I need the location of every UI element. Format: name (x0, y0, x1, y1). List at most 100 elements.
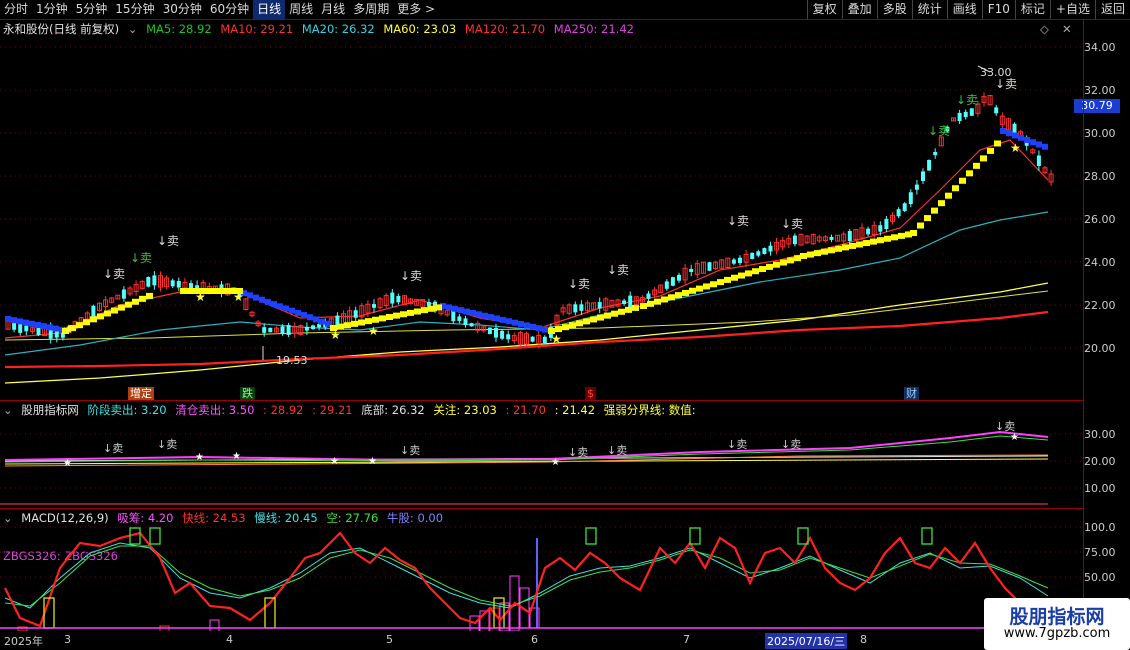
band-step (794, 255, 801, 262)
band-step (569, 322, 576, 329)
band-step (222, 288, 229, 294)
ind-y-tick: 30.00 (1084, 428, 1116, 441)
sell-signal: ↓卖 (781, 438, 801, 451)
date-tick: 5 (386, 633, 393, 646)
candle-body (170, 280, 175, 287)
candle-body (396, 295, 401, 303)
band-step (435, 304, 442, 311)
star-icon: ★ (63, 458, 72, 469)
star-icon: ★ (232, 451, 241, 462)
slow-line (4, 542, 1049, 609)
selected-date[interactable]: 2025/07/16/三 (765, 633, 848, 649)
band-step (90, 316, 97, 323)
candle-body (121, 289, 126, 299)
band-step (1000, 128, 1006, 134)
band-step (717, 279, 724, 286)
band-step (821, 248, 828, 255)
event-tag-placement[interactable]: 增定 (128, 387, 154, 400)
candle-body (1012, 123, 1017, 133)
band-step (104, 310, 111, 317)
band-step (745, 270, 752, 277)
band-step (76, 322, 83, 329)
sell-signal: ↓卖 (995, 77, 1017, 91)
band-step (208, 288, 215, 294)
candlestick-chart[interactable]: ★ ★ ★ ★ ★ ★ ★ ↓卖 ↓卖 ↓卖 ↓卖 ↓卖 ↓卖 ↓卖 ↓卖 ↓卖 ↓卖 ↓卖 33.00 19.… (0, 0, 1084, 400)
sell-signal: ↓卖 (995, 420, 1015, 433)
sell-signal: ↓卖 (781, 217, 803, 231)
candle-body (573, 304, 578, 313)
candle-body (12, 322, 17, 330)
band-step (47, 324, 53, 331)
watermark-url: www.7gpzb.com (1003, 626, 1111, 641)
band-step (11, 317, 17, 324)
band-step (295, 309, 301, 316)
band-step (253, 294, 259, 301)
event-tag-finance[interactable]: 财 (904, 387, 919, 400)
band-step (458, 307, 464, 314)
candle-body (914, 184, 919, 190)
sell-signal: ↓卖 (400, 269, 422, 283)
sell-signal: ↓卖 (568, 277, 590, 291)
band-step (407, 309, 414, 316)
band-step (640, 303, 647, 309)
band-step (661, 296, 668, 303)
candle-body (646, 293, 651, 299)
band-step (980, 155, 987, 162)
band-step (132, 298, 139, 305)
date-tick: 7 (683, 633, 690, 646)
band-step (97, 313, 104, 320)
candle-body (927, 159, 932, 171)
band-step (518, 321, 524, 328)
band-step (807, 251, 814, 258)
indicator-chart[interactable]: ★ ★ ★ ★ ★ ★ ★ ↓卖 ↓卖 ↓卖 ↓卖 ↓卖 ↓卖 ↓卖 ↓卖 (0, 400, 1084, 510)
band-step (842, 244, 849, 251)
band-step (973, 162, 980, 169)
band-step (512, 319, 518, 326)
band-step (41, 323, 47, 330)
macd-y-tick: 75.00 (1084, 546, 1116, 559)
candle-body (884, 218, 889, 230)
band-step (731, 274, 738, 281)
date-tick: 4 (226, 633, 233, 646)
band-step (576, 320, 583, 327)
watermark: 股朋指标网 www.7gpzb.com (984, 598, 1130, 650)
signal-box (689, 527, 701, 545)
candle-body (829, 236, 834, 240)
y-tick: 28.00 (1084, 170, 1116, 183)
star-icon: ★ (551, 332, 562, 346)
candle-body (933, 152, 938, 156)
band-step (618, 308, 625, 315)
sell-signal: ↓卖 (956, 93, 978, 107)
band-step (307, 314, 313, 321)
macd-chart[interactable] (0, 508, 1084, 631)
band-step (870, 238, 877, 245)
band-step (917, 222, 924, 229)
band-step (414, 308, 421, 315)
band-step (400, 311, 407, 318)
band-step (5, 316, 11, 322)
event-tag-drop[interactable]: 跌 (240, 387, 255, 400)
candle-body (664, 281, 669, 289)
event-tag-dollar[interactable]: $ (585, 387, 596, 400)
sell-signal: ↓卖 (607, 263, 629, 277)
sell-signals: ↓卖 ↓卖 ↓卖 ↓卖 ↓卖 ↓卖 ↓卖 ↓卖 ↓卖 ↓卖 ↓卖 (103, 77, 1017, 291)
back-button[interactable]: 返回 (1094, 0, 1130, 19)
band-step (856, 241, 863, 248)
band-step (724, 276, 731, 283)
candle-body (24, 325, 29, 332)
band-step (987, 147, 994, 154)
candle-body (390, 292, 395, 304)
signal-box (797, 527, 809, 545)
band-step (146, 292, 153, 299)
band-step (139, 295, 146, 302)
candle-body (54, 330, 59, 338)
band-step (301, 312, 307, 319)
star-icon: ★ (195, 452, 204, 463)
date-tick: 3 (64, 633, 71, 646)
y-tick: 24.00 (1084, 256, 1116, 269)
y-tick: 34.00 (1084, 41, 1116, 54)
candle-body (280, 326, 285, 334)
band-step (180, 288, 187, 294)
band-step (1030, 139, 1036, 146)
band-step (759, 266, 766, 273)
